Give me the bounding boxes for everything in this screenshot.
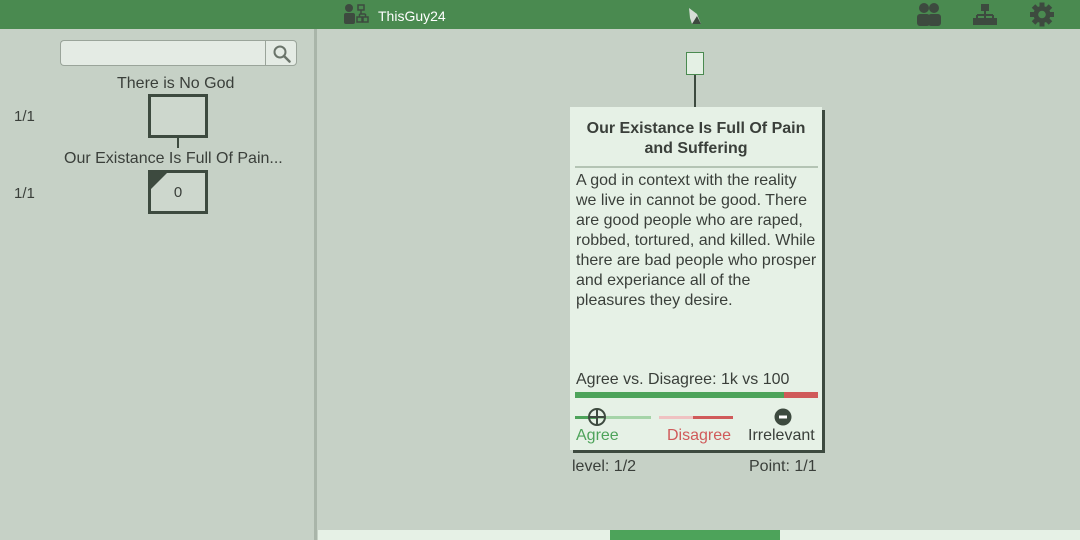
users-tree-icon[interactable] (343, 3, 369, 25)
tree-connector (177, 138, 179, 148)
username[interactable]: ThisGuy24 (378, 8, 446, 24)
bird-logo[interactable] (684, 4, 706, 26)
tree-node-box-selected[interactable]: 0 (148, 170, 208, 214)
tree-node-value: 0 (173, 184, 183, 201)
card-title: Our Existance Is Full Of Pain and Suffer… (586, 120, 806, 157)
tree-node-box[interactable] (148, 94, 208, 138)
parent-node[interactable] (686, 52, 704, 75)
irrelevant-icon[interactable] (774, 408, 792, 426)
search-button[interactable] (265, 40, 297, 66)
disagree-slider[interactable] (659, 416, 733, 419)
card-body: A god in context with the reality we liv… (576, 172, 817, 309)
users-icon[interactable] (916, 2, 942, 27)
tree-node-count: 1/1 (14, 185, 35, 202)
agree-button[interactable]: Agree (576, 427, 619, 445)
scrollbar-thumb[interactable] (610, 530, 780, 540)
disagree-slider-fill (693, 416, 733, 419)
irrelevant-button[interactable]: Irrelevant (748, 427, 815, 445)
tree-node-count: 1/1 (14, 108, 35, 125)
agree-disagree-bar (575, 392, 818, 398)
agree-portion (575, 392, 784, 398)
sidebar-divider[interactable] (314, 29, 317, 540)
point-indicator: Point: 1/1 (749, 458, 817, 475)
slider-handle-icon[interactable] (587, 407, 607, 427)
disagree-button[interactable]: Disagree (667, 427, 731, 445)
agree-slider[interactable] (575, 408, 651, 426)
argument-card: Our Existance Is Full Of Pain and Suffer… (570, 107, 822, 450)
level-indicator: level: 1/2 (572, 458, 637, 475)
gear-icon[interactable] (1029, 2, 1055, 27)
card-divider (575, 166, 818, 168)
search-input[interactable] (60, 40, 266, 66)
vote-summary: Agree vs. Disagree: 1k vs 100 (576, 371, 790, 388)
search-icon (273, 45, 291, 63)
parent-connector (694, 75, 696, 107)
hierarchy-icon[interactable] (972, 2, 998, 27)
tree-node-title[interactable]: There is No God (117, 75, 234, 93)
tree-node-title[interactable]: Our Existance Is Full Of Pain... (64, 150, 283, 168)
